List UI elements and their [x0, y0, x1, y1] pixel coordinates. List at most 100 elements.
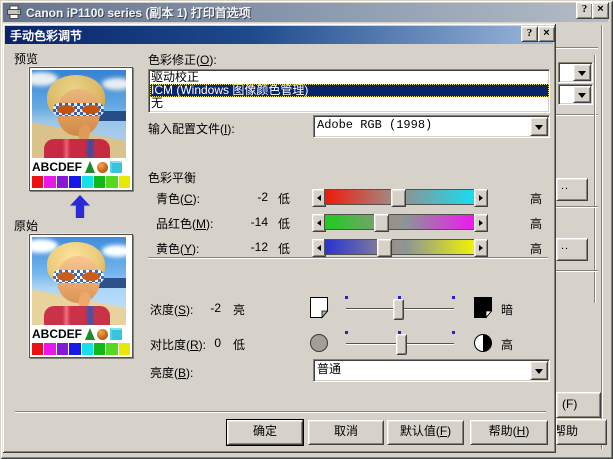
background-combobox[interactable] — [558, 84, 593, 105]
dropdown-arrow-icon[interactable] — [530, 117, 548, 136]
background-window-edge — [601, 25, 603, 449]
dropdown-arrow-icon[interactable] — [573, 64, 591, 81]
dropdown-arrow-icon[interactable] — [573, 86, 591, 103]
button-separator — [15, 411, 546, 413]
magenta-slider[interactable] — [312, 214, 488, 230]
defaults-button[interactable]: 默认值(F) — [387, 420, 464, 445]
color-swatch — [57, 343, 68, 355]
dark-page-icon — [473, 296, 493, 322]
dialog-help-button[interactable]: ? — [521, 26, 538, 42]
input-profile-value: Adobe RGB (1998) — [317, 118, 529, 135]
sample-text: ABCDEF — [32, 327, 82, 341]
cube-icon — [110, 328, 122, 340]
magenta-slider-row: 品红色(M): -14 低 高 — [148, 214, 548, 231]
contrast-slider-thumb[interactable] — [396, 334, 407, 355]
sphere-icon — [97, 162, 108, 173]
cyan-slider-row: 青色(C): -2 低 高 — [148, 189, 548, 206]
high-label: 高 — [530, 215, 542, 232]
color-swatch — [119, 176, 130, 188]
color-swatch — [106, 343, 117, 355]
window-titlebar: Canon iP1100 series (副本 1) 打印首选项 — [3, 3, 608, 22]
color-swatch — [94, 176, 105, 188]
density-slider[interactable] — [344, 295, 456, 321]
window-help-button[interactable]: ? — [576, 2, 593, 19]
low-label: 低 — [278, 215, 290, 232]
slider-right-arrow[interactable] — [474, 239, 488, 257]
window-close-button[interactable]: × — [592, 2, 609, 19]
printer-icon — [6, 5, 22, 20]
dropdown-arrow-icon[interactable] — [530, 361, 548, 380]
background-help-button-partial[interactable]: 帮助 — [556, 419, 607, 445]
light-page-icon — [309, 296, 329, 322]
magenta-gradient-track[interactable] — [324, 214, 478, 230]
color-swatch — [69, 176, 80, 188]
contrast-value: 0 — [159, 336, 221, 350]
background-defaults-button-partial[interactable]: (F) — [556, 392, 601, 418]
original-label: 原始 — [14, 217, 38, 234]
brightness-combobox[interactable]: 普通 — [313, 359, 550, 382]
color-swatch — [57, 176, 68, 188]
yellow-slider-thumb[interactable] — [377, 239, 392, 257]
cancel-button[interactable]: 取消 — [308, 420, 384, 445]
cube-icon — [110, 161, 122, 173]
background-ellipsis-button[interactable]: .. — [556, 238, 588, 261]
color-swatch — [119, 343, 130, 355]
light-label: 亮 — [233, 301, 245, 318]
high-label: 高 — [501, 336, 513, 353]
contrast-slider[interactable] — [344, 330, 456, 356]
sample-row: ABCDEF — [32, 159, 130, 175]
original-image-frame: ABCDEF — [29, 234, 133, 358]
low-label: 低 — [278, 190, 290, 207]
background-groupbox-edge — [556, 114, 598, 116]
input-profile-combobox[interactable]: Adobe RGB (1998) — [313, 115, 550, 138]
background-groupbox-edge — [556, 270, 598, 272]
color-correction-listbox: 驱动校正 ICM (Windows 图像颜色管理) 无 — [148, 69, 550, 113]
input-profile-label: 输入配置文件(I): — [148, 120, 235, 137]
brightness-label: 亮度(B): — [150, 364, 193, 381]
cone-icon — [85, 328, 95, 340]
density-slider-thumb[interactable] — [393, 299, 404, 320]
background-ellipsis-button[interactable]: .. — [556, 178, 588, 201]
color-balance-label: 色彩平衡 — [148, 169, 196, 186]
color-swatch — [44, 343, 55, 355]
sample-text: ABCDEF — [32, 160, 82, 174]
list-item-driver-correction[interactable]: 驱动校正 — [150, 71, 549, 84]
cyan-slider-thumb[interactable] — [391, 189, 406, 207]
magenta-slider-thumb[interactable] — [374, 214, 389, 232]
sphere-icon — [97, 329, 108, 340]
dialog-close-button[interactable]: × — [538, 26, 555, 42]
background-groupbox-edge — [594, 55, 596, 303]
background-groupbox-edge — [556, 206, 598, 208]
color-swatch — [106, 176, 117, 188]
help-button[interactable]: 帮助(H) — [470, 420, 548, 445]
preview-photo — [32, 70, 126, 158]
yellow-slider[interactable] — [312, 239, 488, 255]
list-item-none[interactable]: 无 — [150, 97, 549, 110]
cyan-label: 青色(C): — [156, 190, 200, 207]
cone-icon — [85, 161, 95, 173]
magenta-value: -14 — [206, 215, 268, 229]
list-item-icm[interactable]: ICM (Windows 图像颜色管理) — [150, 84, 549, 97]
background-groupbox-edge — [556, 47, 598, 49]
magenta-label: 品红色(M): — [156, 215, 213, 232]
color-swatch — [94, 343, 105, 355]
contrast-row: 对比度(R): 0 低 高 — [148, 330, 548, 356]
printing-preferences-window: Canon iP1100 series (副本 1) 打印首选项 ? × .. … — [0, 0, 613, 459]
brightness-value: 普通 — [317, 362, 529, 379]
color-swatch — [44, 176, 55, 188]
dialog-titlebar: 手动色彩调节 — [5, 26, 553, 44]
slider-right-arrow[interactable] — [474, 214, 488, 232]
color-correction-label: 色彩修正(O): — [148, 51, 217, 68]
high-label: 高 — [530, 190, 542, 207]
low-label: 低 — [233, 336, 245, 353]
slider-right-arrow[interactable] — [474, 189, 488, 207]
ok-button[interactable]: 确定 — [227, 420, 303, 445]
background-combobox[interactable] — [558, 62, 593, 83]
yellow-value: -12 — [206, 240, 268, 254]
low-contrast-icon — [309, 333, 329, 356]
preview-image-frame: ABCDEF — [29, 67, 133, 191]
yellow-gradient-track[interactable] — [324, 239, 478, 255]
cyan-slider[interactable] — [312, 189, 488, 205]
color-swatch — [82, 343, 93, 355]
window-title: Canon iP1100 series (副本 1) 打印首选项 — [26, 4, 251, 21]
